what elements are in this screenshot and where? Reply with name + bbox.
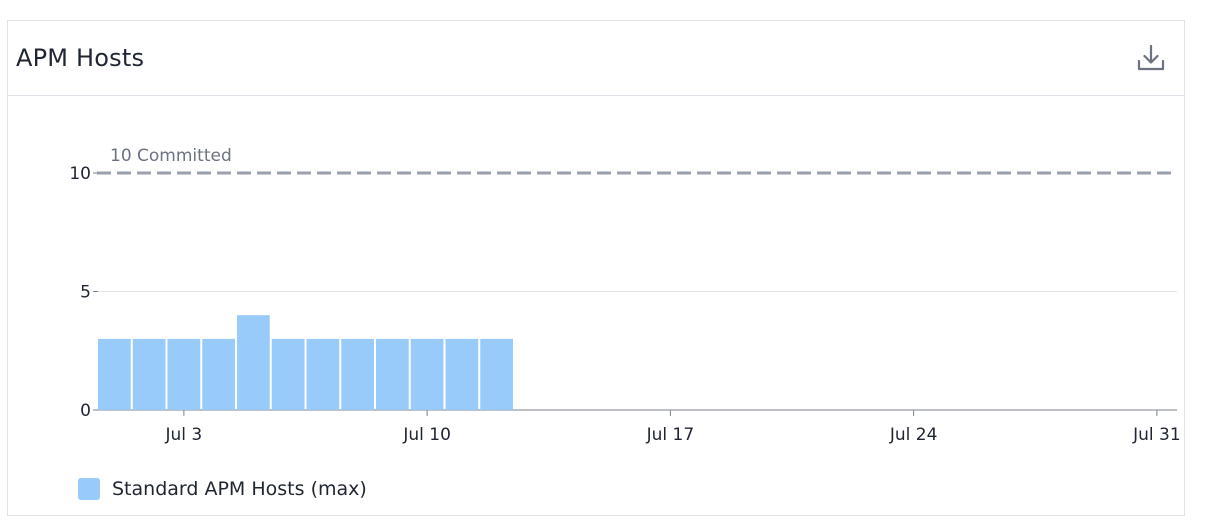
chart-legend: Standard APM Hosts (max) xyxy=(78,477,367,501)
bar xyxy=(237,315,270,410)
y-tick-label: 0 xyxy=(80,401,91,421)
bar xyxy=(167,338,201,410)
x-tick-label: Jul 31 xyxy=(1132,425,1181,445)
bar xyxy=(341,338,374,410)
apm-hosts-chart: 10 Committed 0 5 10 Jul 3 Jul 10 Jul 17 Jul 24… xyxy=(69,146,1181,445)
bar xyxy=(271,338,305,410)
legend-label: Standard APM Hosts (max) xyxy=(112,478,367,500)
legend-swatch xyxy=(78,478,100,500)
bar xyxy=(132,338,166,410)
committed-threshold-label: 10 Committed xyxy=(110,146,232,166)
x-tick-label: Jul 17 xyxy=(646,425,695,445)
x-tick-label: Jul 3 xyxy=(165,425,203,445)
bar xyxy=(98,338,131,410)
bar xyxy=(410,338,444,410)
bar xyxy=(445,338,479,410)
bar xyxy=(306,338,340,410)
bar xyxy=(376,338,409,410)
y-tick-label: 10 xyxy=(69,164,91,184)
x-tick-label: Jul 10 xyxy=(402,425,451,445)
bar xyxy=(202,338,235,410)
x-tick-label: Jul 24 xyxy=(889,425,938,445)
bar xyxy=(480,338,513,410)
y-tick-label: 5 xyxy=(80,283,91,303)
